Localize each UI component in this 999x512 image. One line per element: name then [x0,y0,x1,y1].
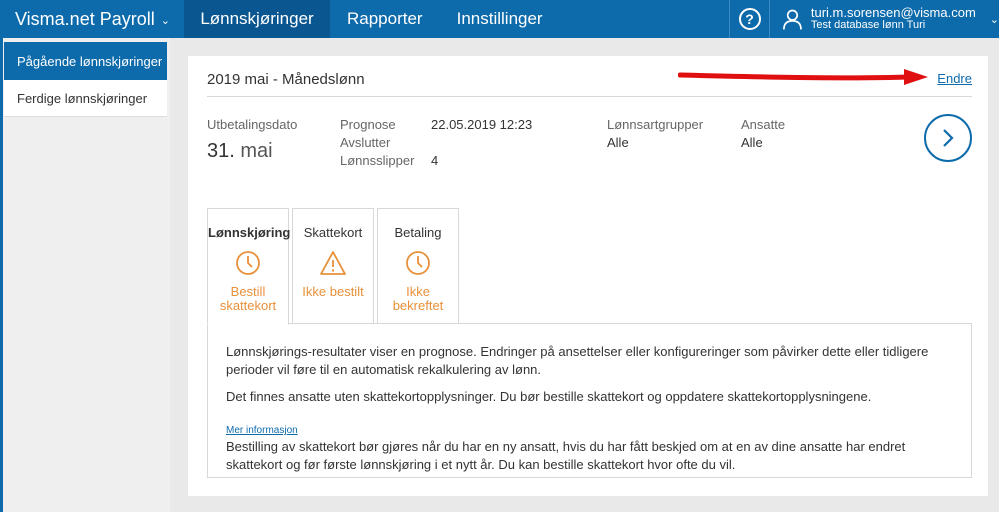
tab-status-line: Ikke [406,284,430,299]
payout-day: 31. [207,140,235,162]
payout-date-label: Utbetalingsdato [207,117,298,132]
sidebar-item-ongoing[interactable]: Pågående lønnskjøringer [4,42,167,80]
tab-label: Skattekort [303,225,363,240]
user-database: Test database lønn Turi [810,19,926,31]
sidebar-accent [0,38,3,512]
clock-icon [406,251,430,275]
payout-date-value: 31. mai [207,140,273,163]
user-icon [783,9,802,30]
tab-status: Ikke bekreftet [378,285,458,313]
nav-lonnskjoringer[interactable]: Lønnskjøringer [184,0,330,38]
tab-status: Ikke bestilt [293,285,373,299]
payroll-run-card: 2019 mai - Månedslønn Endre Utbetalingsd… [188,56,988,496]
tab-label: Lønnskjøring [208,225,291,240]
nav-rapporter[interactable]: Rapporter [330,0,440,38]
app-title: Visma.net Payroll [15,8,155,29]
tab-status-line: bekreftet [392,298,444,313]
top-navigation-bar: Visma.net Payroll ⌄ Lønnskjøringer Rappo… [0,0,999,38]
prognose-value: 22.05.2019 12:23 [431,117,533,132]
tab-content-panel: Lønnskjørings-resultater viser en progno… [207,323,972,478]
employees-label: Ansatte [741,117,786,132]
wage-groups-value: Alle [607,135,629,150]
tab-skattekort[interactable]: Skattekort Ikke bestilt [292,208,374,324]
tab-status-line: skattekort [219,298,277,313]
warning-icon [320,251,346,275]
sidebar: Pågående lønnskjøringer Ferdige lønnskjø… [0,38,170,512]
prognose-label: Prognose [340,117,396,132]
nav-innstillinger[interactable]: Innstillinger [440,0,560,38]
chevron-right-icon [943,129,954,147]
help-button[interactable]: ? [729,0,769,38]
tab-status-line: Bestill [230,284,266,299]
tab-status: Bestill skattekort [208,285,288,313]
page-title: 2019 mai - Månedslønn [207,71,365,88]
sidebar-item-finished[interactable]: Ferdige lønnskjøringer [4,80,167,117]
warning-paragraph: Det finnes ansatte uten skattekortopplys… [226,389,872,404]
app-switcher[interactable]: Visma.net Payroll ⌄ [0,0,184,38]
user-menu[interactable]: turi.m.sorensen@visma.com Test database … [769,0,999,38]
tab-status-line: Ikke bestilt [302,284,364,299]
tab-lonnskjoring[interactable]: Lønnskjøring Bestill skattekort [207,208,291,325]
edit-link[interactable]: Endre [937,71,972,86]
more-info-link[interactable]: Mer informasjon [226,425,298,436]
red-arrow-annotation-icon [678,69,928,85]
payout-month: mai [240,140,273,162]
wage-groups-label: Lønnsartgrupper [607,117,704,132]
next-button[interactable] [924,114,972,162]
payslips-label: Lønnsslipper [340,153,415,168]
tab-label: Betaling [394,225,442,240]
employees-value: Alle [741,135,763,150]
chevron-down-icon: ⌄ [160,15,170,27]
tab-betaling[interactable]: Betaling Ikke bekreftet [377,208,459,324]
clock-icon [236,251,260,275]
payslips-value: 4 [431,153,439,168]
avslutter-label: Avslutter [340,135,391,150]
help-icon: ? [738,8,761,30]
divider [207,96,972,97]
chevron-down-icon: ⌄ [989,13,999,26]
user-info: turi.m.sorensen@visma.com Test database … [811,6,976,32]
info-paragraph: Lønnskjørings-resultater viser en progno… [226,344,929,377]
user-email: turi.m.sorensen@visma.com [810,5,976,20]
ordering-paragraph: Bestilling av skattekort bør gjøres når … [226,439,906,472]
